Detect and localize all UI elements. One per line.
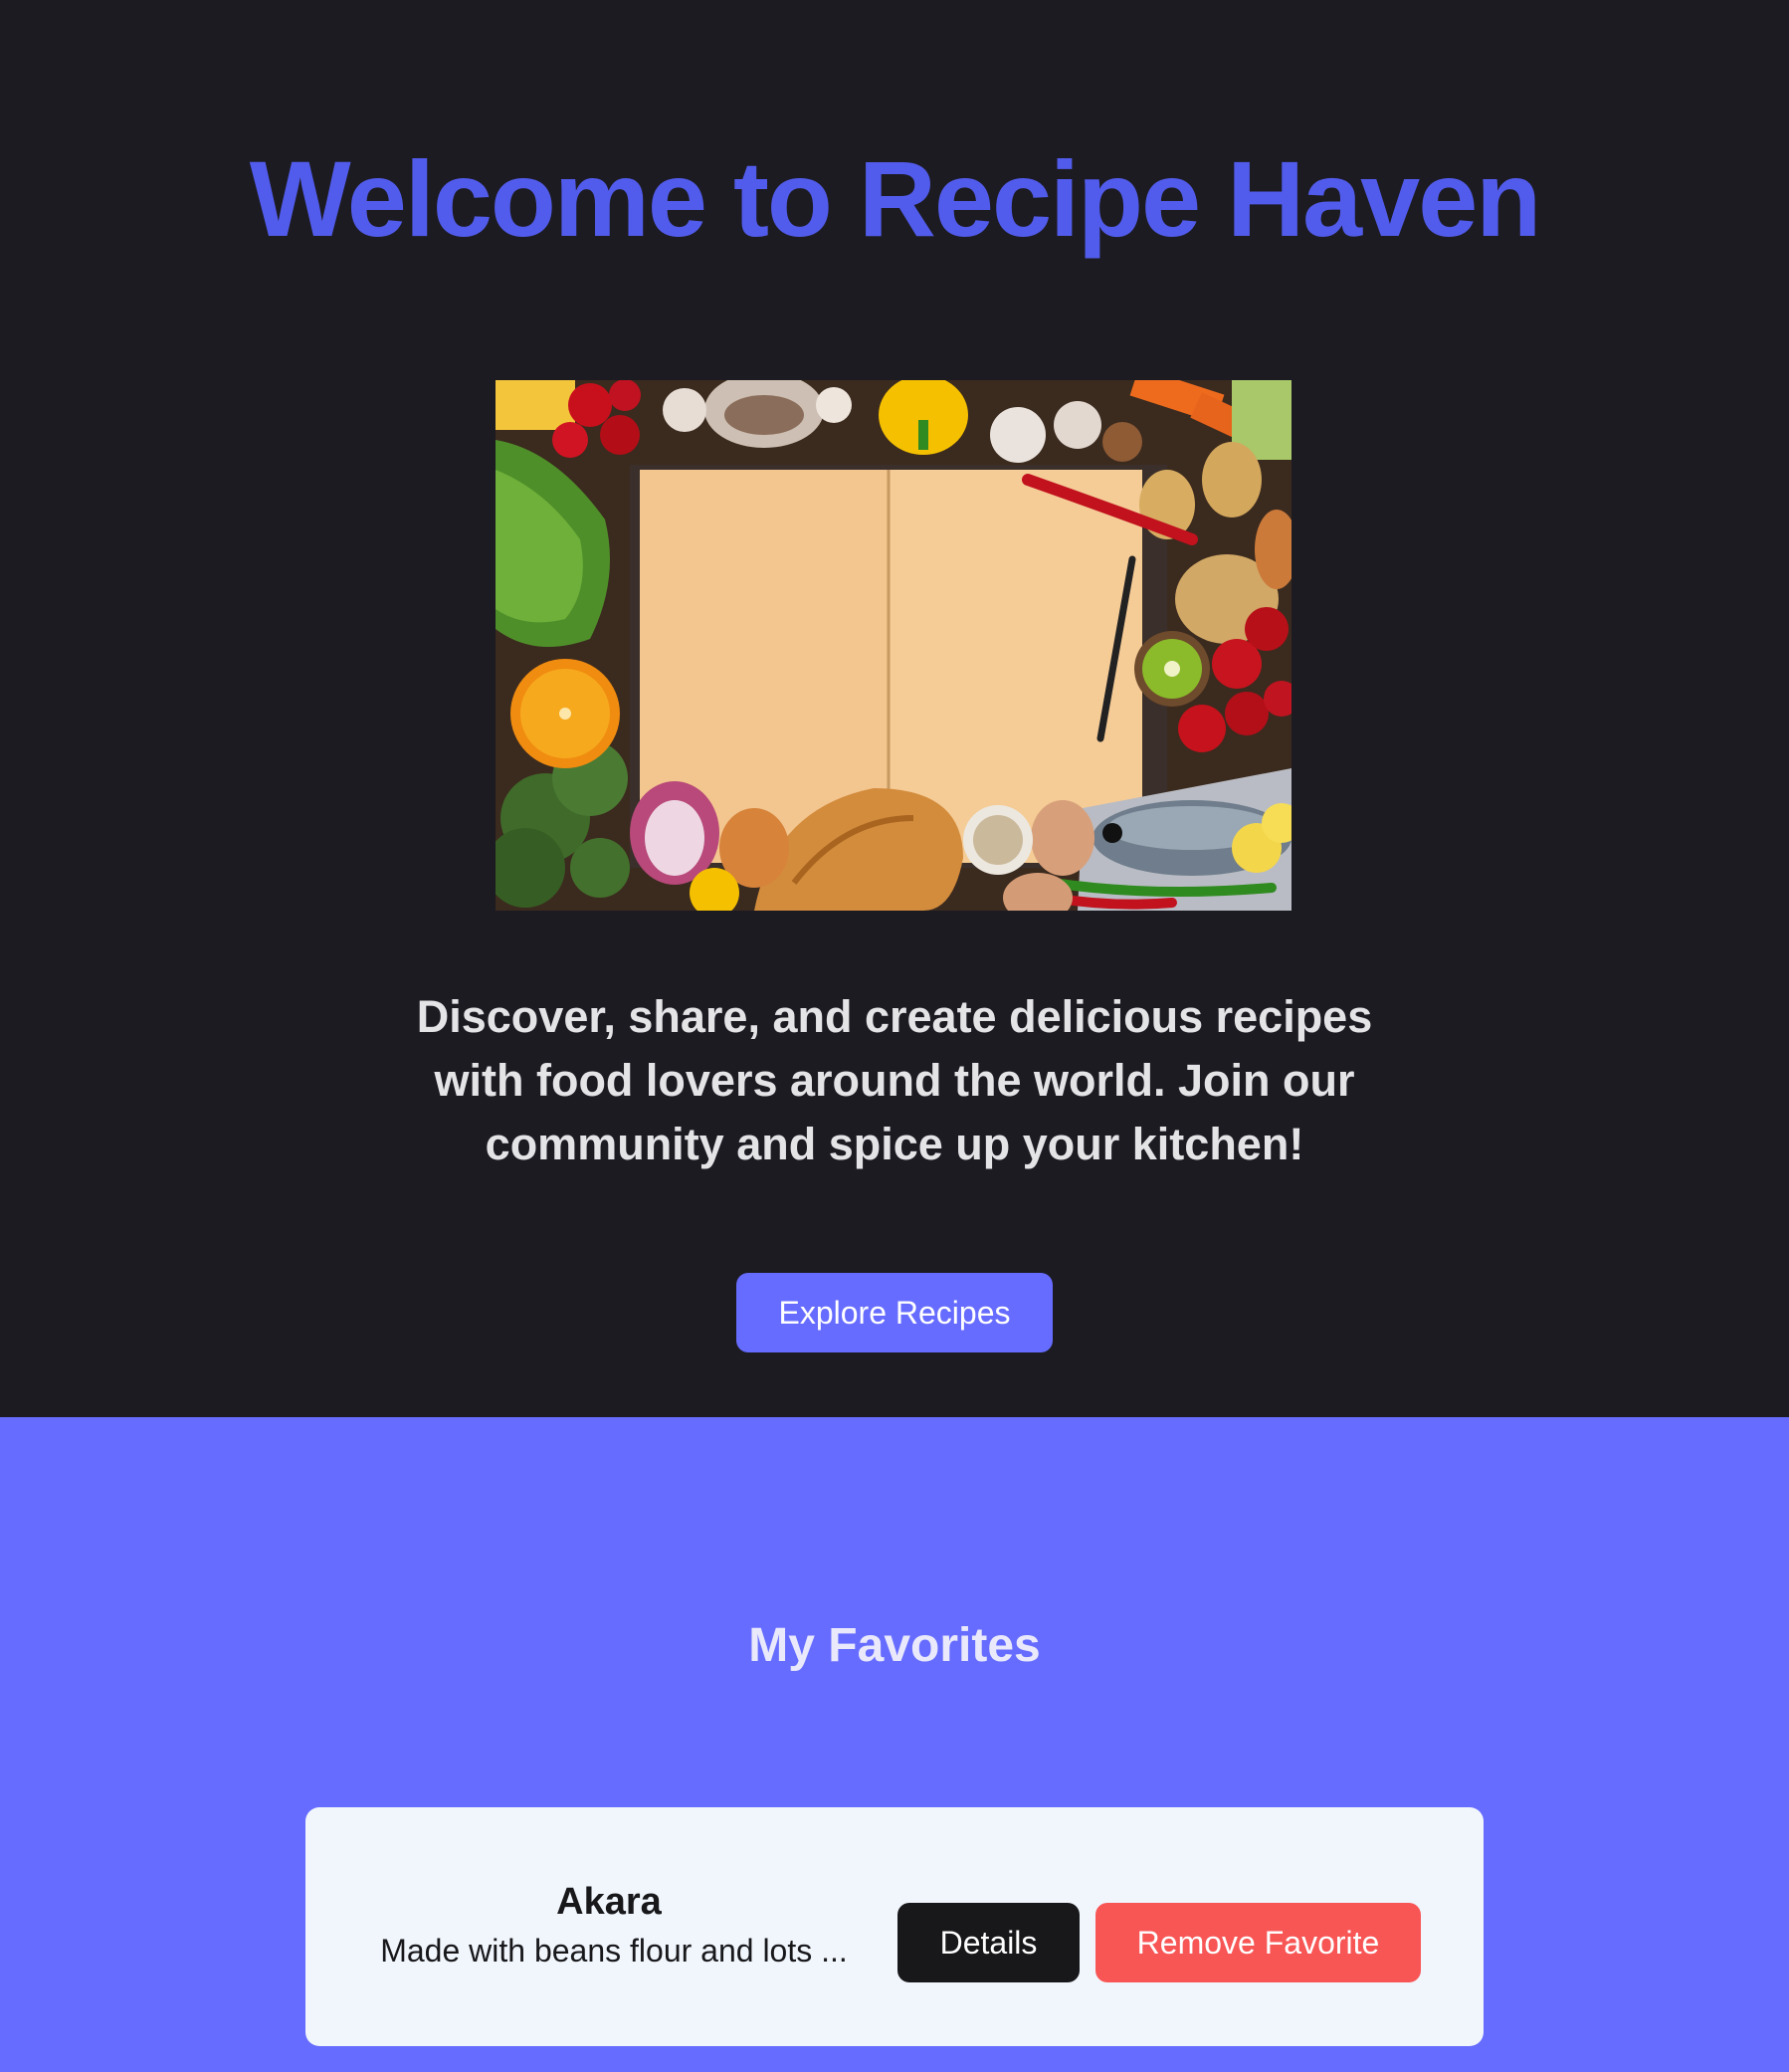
hero-image xyxy=(496,380,1292,911)
hero-section: Welcome to Recipe Haven Discover, share,… xyxy=(0,0,1789,1417)
favorites-section: My Favorites Akara Made with beans flour… xyxy=(0,1417,1789,2072)
recipe-description: Made with beans flour and lots ... xyxy=(380,1933,848,1968)
remove-favorite-button[interactable]: Remove Favorite xyxy=(1095,1903,1421,1982)
favorite-card: Akara Made with beans flour and lots ...… xyxy=(305,1807,1484,2046)
explore-recipes-button[interactable]: Explore Recipes xyxy=(736,1273,1053,1352)
favorites-title: My Favorites xyxy=(748,1619,1041,1672)
details-button[interactable]: Details xyxy=(897,1903,1080,1982)
recipe-name: Akara xyxy=(556,1881,662,1923)
hero-description: Discover, share, and create delicious re… xyxy=(416,991,1373,1169)
hero-title: Welcome to Recipe Haven xyxy=(249,138,1541,259)
